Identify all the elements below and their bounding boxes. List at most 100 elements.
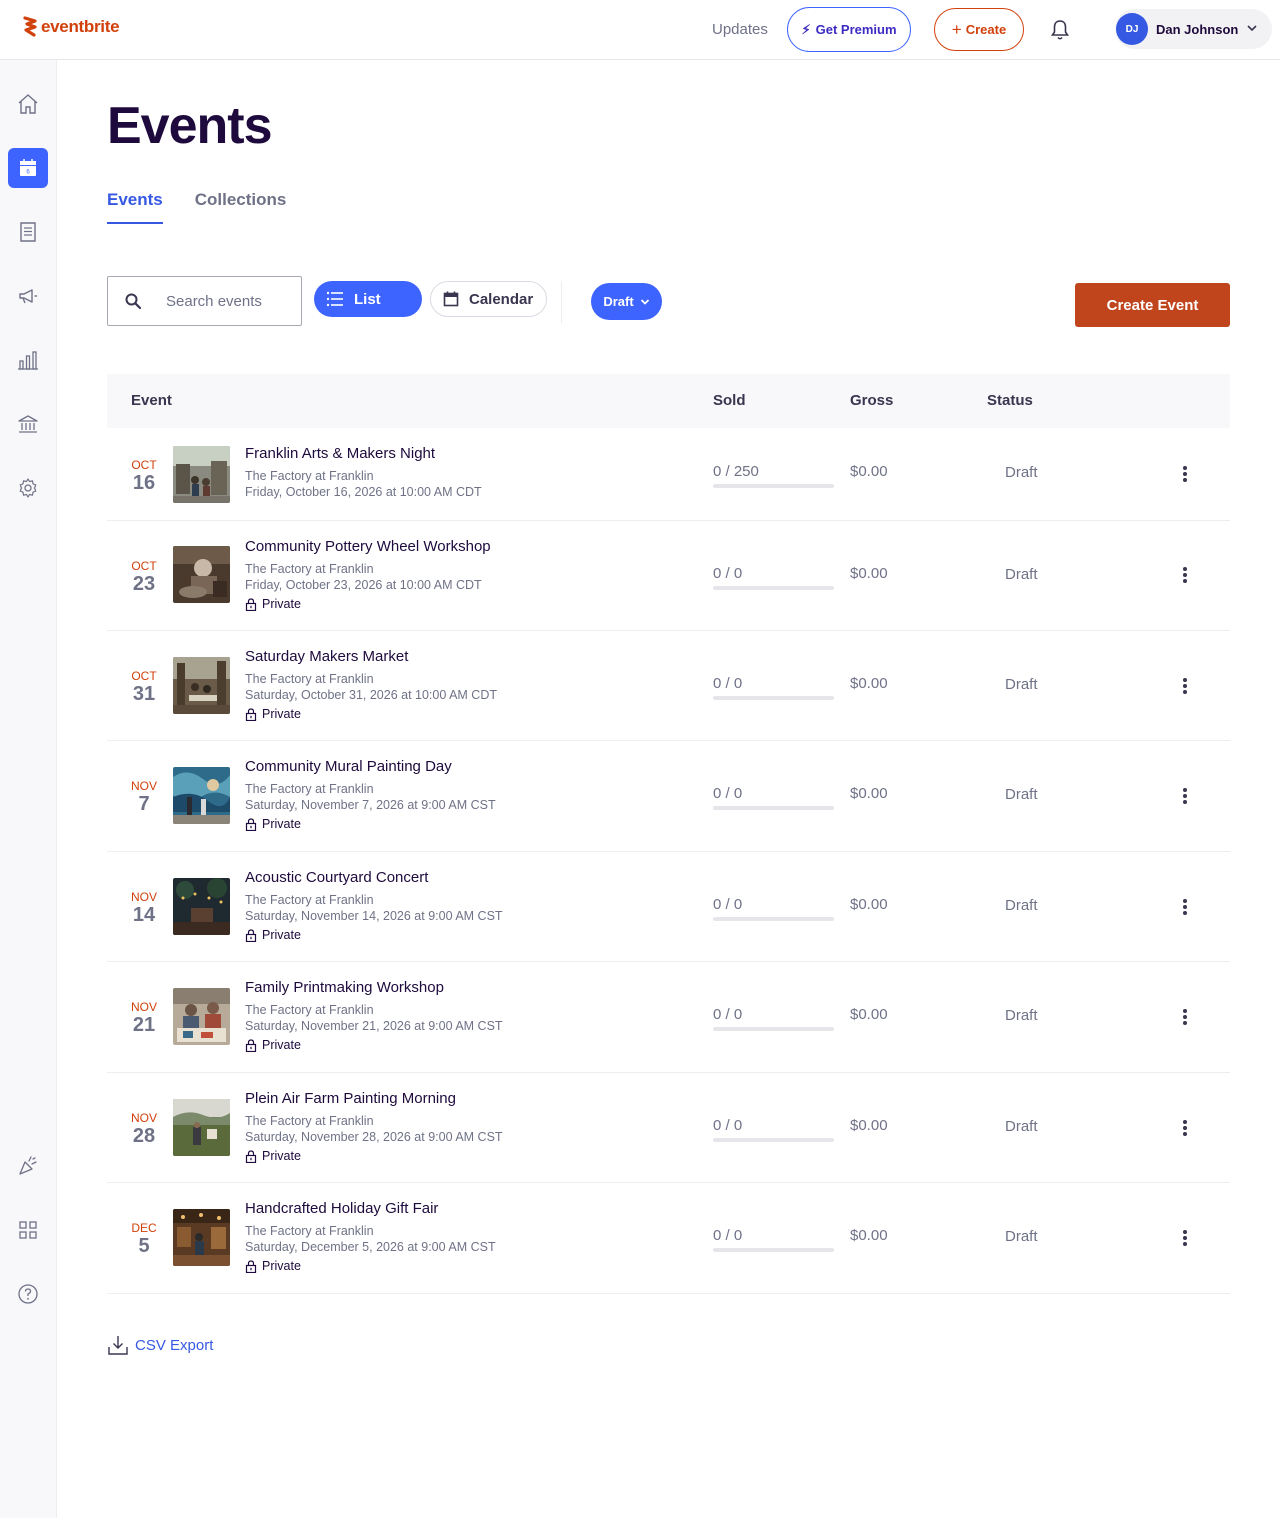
column-header-gross[interactable]: Gross (850, 392, 893, 409)
sidebar-item-home[interactable] (8, 84, 48, 124)
more-options-icon[interactable] (1177, 1118, 1193, 1138)
more-options-icon[interactable] (1177, 464, 1193, 484)
sidebar-item-events[interactable]: 6 (8, 148, 48, 188)
table-row[interactable]: NOV 14 Acoustic Courtyard Concert The Fa… (107, 852, 1230, 962)
lock-icon (245, 1259, 257, 1273)
more-options-icon[interactable] (1177, 676, 1193, 696)
event-day: 23 (132, 573, 156, 595)
event-info: Saturday Makers Market The Factory at Fr… (245, 647, 497, 721)
tab-collections[interactable]: Collections (195, 190, 287, 224)
event-title[interactable]: Plein Air Farm Painting Morning (245, 1089, 503, 1109)
sold-progress-bar (713, 1138, 834, 1142)
private-label: Private (262, 928, 301, 942)
eventbrite-logo[interactable]: eventbrite (22, 16, 120, 38)
event-info: Acoustic Courtyard Concert The Factory a… (245, 868, 503, 942)
table-row[interactable]: OCT 16 Franklin Arts & Makers Night The … (107, 428, 1230, 521)
event-thumbnail[interactable] (173, 767, 230, 824)
column-header-event[interactable]: Event (131, 392, 172, 409)
sidebar: 6 (0, 60, 57, 1518)
private-label: Private (262, 817, 301, 831)
event-title[interactable]: Saturday Makers Market (245, 647, 497, 667)
more-options-icon[interactable] (1177, 565, 1193, 585)
sold-progress-bar (713, 696, 834, 700)
sidebar-item-marketing[interactable] (8, 276, 48, 316)
sold-progress-bar (713, 586, 834, 590)
table-row[interactable]: OCT 31 Saturday Makers Market The Factor… (107, 631, 1230, 741)
create-button[interactable]: + Create (934, 8, 1024, 51)
event-thumbnail[interactable] (173, 446, 230, 503)
table-row[interactable]: NOV 21 Family Printmaking Workshop The F… (107, 962, 1230, 1073)
tab-events[interactable]: Events (107, 190, 163, 224)
private-badge: Private (245, 817, 496, 831)
bell-icon[interactable] (1050, 19, 1070, 41)
event-thumbnail[interactable] (173, 546, 230, 603)
event-thumbnail[interactable] (173, 988, 230, 1045)
sold-count: 0 / 0 (713, 1006, 743, 1023)
sidebar-item-reports[interactable] (8, 340, 48, 380)
csv-export-link[interactable]: CSV Export (107, 1334, 213, 1356)
private-label: Private (262, 1149, 301, 1163)
event-thumbnail[interactable] (173, 1099, 230, 1156)
sidebar-item-whats-new[interactable] (8, 1146, 48, 1186)
gross-amount: $0.00 (850, 785, 888, 802)
status-filter-dropdown[interactable]: Draft (591, 283, 662, 320)
event-thumbnail[interactable] (173, 878, 230, 935)
plus-icon: + (951, 20, 962, 39)
updates-link[interactable]: Updates (712, 21, 768, 38)
lock-icon (245, 707, 257, 721)
event-title[interactable]: Community Pottery Wheel Workshop (245, 537, 491, 557)
table-row[interactable]: OCT 23 Community Pottery Wheel Workshop … (107, 521, 1230, 631)
csv-export-label: CSV Export (135, 1336, 214, 1354)
event-date: OCT 23 (123, 559, 165, 595)
event-title[interactable]: Handcrafted Holiday Gift Fair (245, 1199, 496, 1219)
sidebar-item-orders[interactable] (8, 212, 48, 252)
lightning-icon: ⚡︎ (801, 21, 811, 37)
search-box[interactable] (107, 276, 302, 326)
private-badge: Private (245, 1149, 503, 1163)
calendar-view-button[interactable]: Calendar (430, 281, 547, 317)
event-venue: The Factory at Franklin (245, 1223, 374, 1238)
search-icon (125, 293, 142, 310)
sold-count: 0 / 0 (713, 1117, 743, 1134)
search-input[interactable] (166, 292, 296, 310)
event-info: Plein Air Farm Painting Morning The Fact… (245, 1089, 503, 1163)
event-title[interactable]: Community Mural Painting Day (245, 757, 496, 777)
event-title[interactable]: Acoustic Courtyard Concert (245, 868, 503, 888)
table-row[interactable]: NOV 28 Plein Air Farm Painting Morning T… (107, 1073, 1230, 1183)
user-menu[interactable]: DJ Dan Johnson (1115, 9, 1272, 49)
column-header-status[interactable]: Status (987, 392, 1033, 409)
list-icon (326, 291, 343, 307)
chevron-down-icon (1247, 25, 1257, 32)
event-thumbnail[interactable] (173, 1209, 230, 1266)
sidebar-item-apps[interactable] (8, 1210, 48, 1250)
event-thumbnail[interactable] (173, 657, 230, 714)
list-view-button[interactable]: List (314, 281, 422, 317)
status-label: Draft (1005, 1007, 1038, 1024)
sidebar-item-finance[interactable] (8, 404, 48, 444)
event-datetime: Saturday, November 14, 2026 at 9:00 AM C… (245, 908, 503, 923)
event-title[interactable]: Franklin Arts & Makers Night (245, 444, 482, 464)
event-day: 7 (138, 793, 150, 815)
event-date: DEC 5 (123, 1221, 165, 1257)
event-day: 28 (132, 1125, 156, 1147)
sidebar-item-settings[interactable] (8, 468, 48, 508)
column-header-sold[interactable]: Sold (713, 392, 746, 409)
sold-count: 0 / 0 (713, 785, 743, 802)
more-options-icon[interactable] (1177, 897, 1193, 917)
tickets-sold: 0 / 0 (713, 1006, 834, 1031)
private-badge: Private (245, 707, 497, 721)
sidebar-item-help[interactable] (8, 1274, 48, 1314)
event-date: OCT 16 (123, 458, 165, 494)
get-premium-button[interactable]: ⚡︎ Get Premium (787, 7, 911, 52)
event-title[interactable]: Family Printmaking Workshop (245, 978, 503, 998)
private-badge: Private (245, 928, 503, 942)
more-options-icon[interactable] (1177, 786, 1193, 806)
more-options-icon[interactable] (1177, 1007, 1193, 1027)
create-event-button[interactable]: Create Event (1075, 283, 1230, 327)
gross-amount: $0.00 (850, 896, 888, 913)
table-row[interactable]: NOV 7 Community Mural Painting Day The F… (107, 741, 1230, 852)
more-options-icon[interactable] (1177, 1228, 1193, 1248)
table-row[interactable]: DEC 5 Handcrafted Holiday Gift Fair The … (107, 1183, 1230, 1294)
event-datetime: Saturday, November 21, 2026 at 9:00 AM C… (245, 1018, 503, 1033)
event-day: 14 (132, 904, 156, 926)
